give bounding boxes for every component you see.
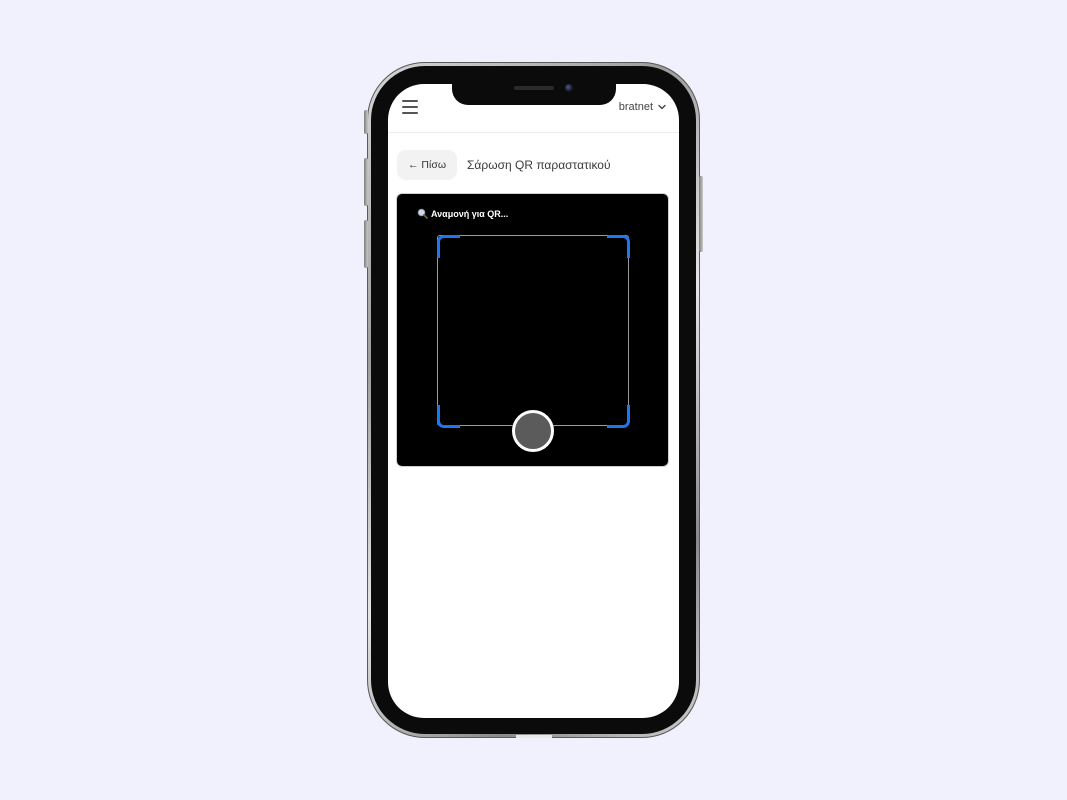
scan-corner-bottom-left — [437, 405, 460, 428]
volume-up-button — [364, 158, 368, 206]
page-stage: bratnet ← Πίσω Σάρωση QR παραστατικού Αν… — [0, 0, 1067, 800]
account-dropdown[interactable]: bratnet — [619, 101, 667, 113]
scan-target-frame — [437, 235, 629, 426]
back-button[interactable]: ← Πίσω — [397, 150, 458, 180]
phone-speaker — [514, 86, 554, 90]
scan-corner-top-left — [437, 235, 460, 258]
page-header: ← Πίσω Σάρωση QR παραστατικού — [397, 150, 611, 180]
scan-corner-bottom-right — [607, 405, 630, 428]
hamburger-menu-icon[interactable] — [402, 100, 418, 114]
phone-screen: bratnet ← Πίσω Σάρωση QR παραστατικού Αν… — [388, 84, 679, 718]
front-camera — [565, 84, 573, 92]
qr-scanner-viewport: Αναμονή για QR... — [397, 194, 668, 466]
home-indicator — [516, 735, 552, 738]
scan-status-text: Αναμονή για QR... — [431, 208, 509, 219]
account-name: bratnet — [618, 101, 653, 113]
scan-status: Αναμονή για QR... — [417, 208, 508, 219]
page-title: Σάρωση QR παραστατικού — [467, 158, 611, 172]
power-button — [699, 176, 703, 252]
capture-button[interactable] — [512, 410, 554, 452]
magnifier-icon — [417, 208, 428, 219]
chevron-down-icon — [658, 104, 666, 110]
scan-corner-top-right — [607, 235, 630, 258]
volume-down-button — [364, 220, 368, 268]
mute-switch — [364, 110, 368, 134]
